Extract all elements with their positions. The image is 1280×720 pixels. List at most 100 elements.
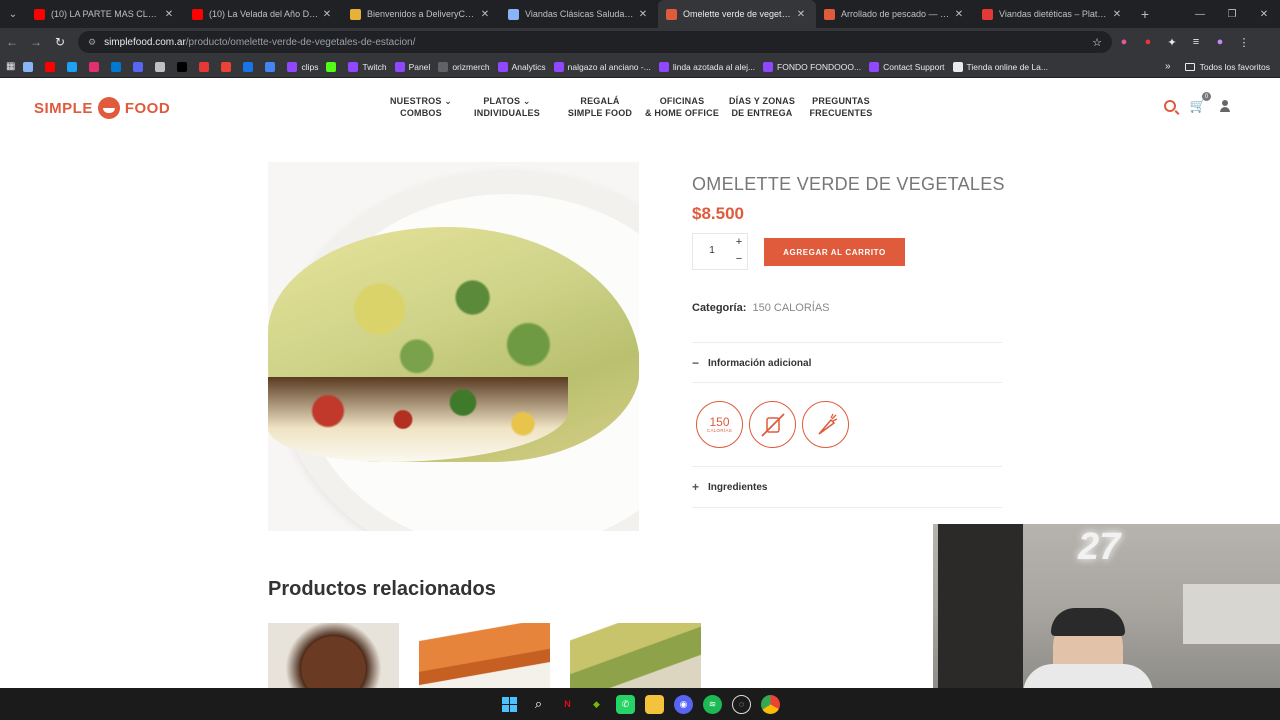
browser-tab[interactable]: Omelette verde de vegetales —✕ — [658, 0, 816, 28]
bookmark-star-icon[interactable]: ☆ — [1092, 36, 1102, 49]
category-link[interactable]: 150 CALORÍAS — [752, 302, 829, 314]
browser-tab[interactable]: (10) LA PARTE MAS CLASISTA D✕ — [26, 0, 184, 28]
bookmark-favicon-icon — [45, 61, 56, 72]
nav-item[interactable]: PLATOS ⌄ INDIVIDUALES — [454, 95, 560, 119]
bookmark-item[interactable] — [265, 61, 279, 72]
nav-item[interactable]: REGALÁ SIMPLE FOOD — [560, 95, 640, 119]
forward-icon[interactable]: → — [24, 35, 48, 49]
search-icon[interactable]: ⌕ — [529, 695, 548, 714]
bookmark-item[interactable]: nalgazo al anciano -... — [553, 61, 651, 72]
bookmark-item[interactable] — [199, 61, 213, 72]
extension-icon[interactable]: ● — [1136, 36, 1160, 48]
apps-grid-icon[interactable]: ▦ — [6, 61, 15, 72]
bookmark-item[interactable]: Panel — [394, 61, 430, 72]
start-button[interactable] — [500, 695, 519, 714]
bookmark-item[interactable] — [326, 61, 340, 72]
tab-search-icon[interactable]: ⌄ — [0, 0, 26, 28]
product-image[interactable] — [268, 162, 639, 531]
bookmark-item[interactable]: Contact Support — [869, 61, 945, 72]
tab-close-icon[interactable]: ✕ — [1110, 9, 1124, 20]
bookmark-favicon-icon — [67, 61, 78, 72]
tab-close-icon[interactable]: ✕ — [162, 9, 176, 20]
bookmark-item[interactable]: linda azotada al alej... — [658, 61, 755, 72]
bookmark-item[interactable] — [111, 61, 125, 72]
file-explorer-icon[interactable] — [645, 694, 664, 714]
bookmark-item[interactable]: Tienda online de La... — [952, 61, 1048, 72]
restore-icon[interactable]: ❐ — [1216, 0, 1248, 28]
media-controls-icon[interactable]: ≡ — [1184, 36, 1208, 48]
url-input[interactable]: ⚙ simplefood.com.ar /producto/omelette-v… — [78, 31, 1112, 53]
nav-item[interactable]: NUESTROS ⌄ COMBOS — [388, 95, 454, 119]
browser-tab[interactable]: Viandas dietéticas – Platos ~15✕ — [974, 0, 1132, 28]
related-product-image[interactable] — [268, 623, 399, 688]
bookmark-favicon-icon — [133, 61, 144, 72]
extensions-puzzle-icon[interactable]: ✦ — [1160, 36, 1184, 49]
bookmark-item[interactable]: clips — [287, 61, 318, 72]
nav-item[interactable]: OFICINAS & HOME OFFICE — [640, 95, 724, 119]
back-icon[interactable]: ← — [0, 35, 24, 49]
bookmark-item[interactable] — [133, 61, 147, 72]
tab-close-icon[interactable]: ✕ — [794, 9, 808, 20]
browser-tab[interactable]: Arrollado de pescado — vianda✕ — [816, 0, 974, 28]
bookmark-item[interactable] — [221, 61, 235, 72]
new-tab-button[interactable]: + — [1132, 6, 1158, 22]
accordion-ingredients[interactable]: + Ingredientes — [692, 466, 1002, 507]
product-price: $8.500 — [692, 204, 744, 223]
whatsapp-icon[interactable]: ✆ — [616, 694, 635, 714]
browser-tab[interactable]: Bienvenidos a DeliveryCormillo✕ — [342, 0, 500, 28]
tab-close-icon[interactable]: ✕ — [636, 9, 650, 20]
tab-close-icon[interactable]: ✕ — [320, 9, 334, 20]
all-bookmarks-folder[interactable]: Todos los favoritos — [1184, 62, 1270, 72]
bookmark-favicon-icon — [89, 61, 100, 72]
bookmark-label: Contact Support — [883, 61, 945, 72]
netflix-icon[interactable]: N — [558, 695, 577, 714]
discord-icon[interactable]: ◉ — [674, 694, 693, 714]
add-to-cart-button[interactable]: AGREGAR AL CARRITO — [764, 238, 905, 266]
site-info-icon[interactable]: ⚙ — [88, 37, 96, 48]
obs-icon[interactable]: ◌ — [732, 694, 751, 714]
user-account-icon[interactable] — [1220, 100, 1230, 112]
quantity-increase-button[interactable]: + — [733, 236, 745, 248]
nav-item[interactable]: DÍAS Y ZONAS DE ENTREGA — [724, 95, 800, 119]
site-logo[interactable]: SIMPLE FOOD — [34, 97, 170, 119]
accordion-additional-info[interactable]: − Información adicional — [692, 342, 1002, 383]
close-window-icon[interactable]: ✕ — [1248, 0, 1280, 28]
reload-icon[interactable]: ↻ — [48, 35, 72, 49]
bookmark-item[interactable]: Analytics — [497, 61, 546, 72]
bookmark-item[interactable]: Twitch — [348, 61, 387, 72]
spotify-icon[interactable]: ≋ — [703, 694, 722, 714]
logo-text-left: SIMPLE — [34, 99, 93, 117]
quantity-input[interactable]: 1 — [693, 245, 731, 256]
bookmark-item[interactable]: orizmerch — [438, 61, 490, 72]
bookmark-item[interactable]: FONDO FONDOOO... — [763, 61, 862, 72]
related-product-image[interactable] — [570, 623, 701, 688]
minimize-icon[interactable]: — — [1184, 0, 1216, 28]
bookmark-item[interactable] — [89, 61, 103, 72]
bookmark-item[interactable] — [67, 61, 81, 72]
bookmark-item[interactable] — [45, 61, 59, 72]
search-icon[interactable] — [1163, 100, 1176, 112]
chrome-icon[interactable] — [761, 694, 780, 714]
bookmark-item[interactable] — [155, 61, 169, 72]
header-icons: 🛒 0 — [1163, 92, 1230, 114]
quantity-decrease-button[interactable]: − — [733, 253, 745, 265]
profile-avatar[interactable]: ● — [1208, 36, 1232, 48]
chrome-menu-icon[interactable]: ⋮ — [1232, 36, 1256, 49]
bookmark-item[interactable] — [243, 61, 257, 72]
bookmark-item[interactable] — [177, 61, 191, 72]
cart-icon[interactable]: 🛒 0 — [1190, 92, 1211, 114]
nav-item[interactable]: PREGUNTAS FRECUENTES — [800, 95, 882, 119]
extension-icon[interactable]: ● — [1112, 36, 1136, 48]
nvidia-icon[interactable]: ◆ — [587, 695, 606, 714]
bookmark-label: FONDO FONDOOO... — [777, 61, 862, 72]
browser-tab[interactable]: Viandas Clásicas Saludables - S✕ — [500, 0, 658, 28]
nav-item-line: REGALÁ — [580, 96, 620, 106]
tab-close-icon[interactable]: ✕ — [478, 9, 492, 20]
nav-item-line: DÍAS Y ZONAS — [728, 96, 796, 106]
bookmark-item[interactable] — [23, 61, 37, 72]
related-product-image[interactable] — [419, 623, 550, 688]
product-category: Categoría: 150 CALORÍAS — [692, 302, 830, 314]
bookmarks-overflow-icon[interactable]: » — [1165, 61, 1171, 72]
browser-tab[interactable]: (10) La Velada del Año Desde A✕ — [184, 0, 342, 28]
tab-close-icon[interactable]: ✕ — [952, 9, 966, 20]
